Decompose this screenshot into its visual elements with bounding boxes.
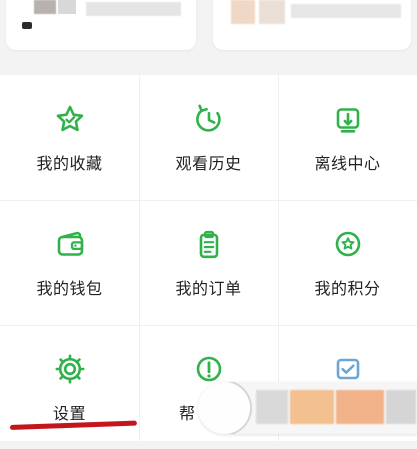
menu-item-label: 观看历史 (175, 154, 242, 173)
page: 我的收藏 观看历史 离线中心 我的钱包 我的订单 我的积分 设置 帮 (0, 0, 417, 449)
small-mark (22, 22, 32, 29)
gear-icon (52, 351, 88, 387)
blurred-image-2 (259, 0, 285, 24)
blurred-block (256, 390, 288, 424)
blurred-block (58, 0, 76, 14)
history-clock-icon (191, 101, 227, 137)
menu-item-label: 我的订单 (175, 279, 242, 298)
wallet-icon (52, 226, 88, 262)
top-card-right[interactable] (213, 0, 411, 50)
download-box-icon (330, 101, 366, 137)
menu-item-history[interactable]: 观看历史 (139, 75, 278, 200)
blurred-block (336, 390, 384, 424)
blurred-image-1 (231, 0, 255, 24)
overlay-circle-button[interactable] (198, 382, 250, 434)
star-icon (52, 101, 88, 137)
menu-item-label: 我的钱包 (36, 279, 103, 298)
menu-item-wallet[interactable]: 我的钱包 (0, 200, 139, 325)
bottom-strip (0, 441, 417, 449)
menu-item-label: 我的收藏 (36, 154, 103, 173)
menu-item-offline[interactable]: 离线中心 (278, 75, 417, 200)
blurred-text (86, 2, 181, 16)
menu-item-settings[interactable]: 设置 (0, 325, 139, 449)
blurred-text (291, 4, 401, 18)
menu-item-label: 我的积分 (314, 279, 381, 298)
points-star-circle-icon (330, 226, 366, 262)
floating-overlay-bar[interactable] (198, 382, 417, 434)
menu-item-favorites[interactable]: 我的收藏 (0, 75, 139, 200)
blurred-avatar (34, 0, 56, 14)
menu-item-orders[interactable]: 我的订单 (139, 200, 278, 325)
blurred-block (290, 390, 334, 424)
order-clipboard-icon (191, 226, 227, 262)
menu-item-points[interactable]: 我的积分 (278, 200, 417, 325)
menu-item-label: 离线中心 (314, 154, 381, 173)
blurred-block (386, 390, 416, 424)
top-cards (0, 0, 417, 62)
top-card-left[interactable] (6, 0, 196, 50)
